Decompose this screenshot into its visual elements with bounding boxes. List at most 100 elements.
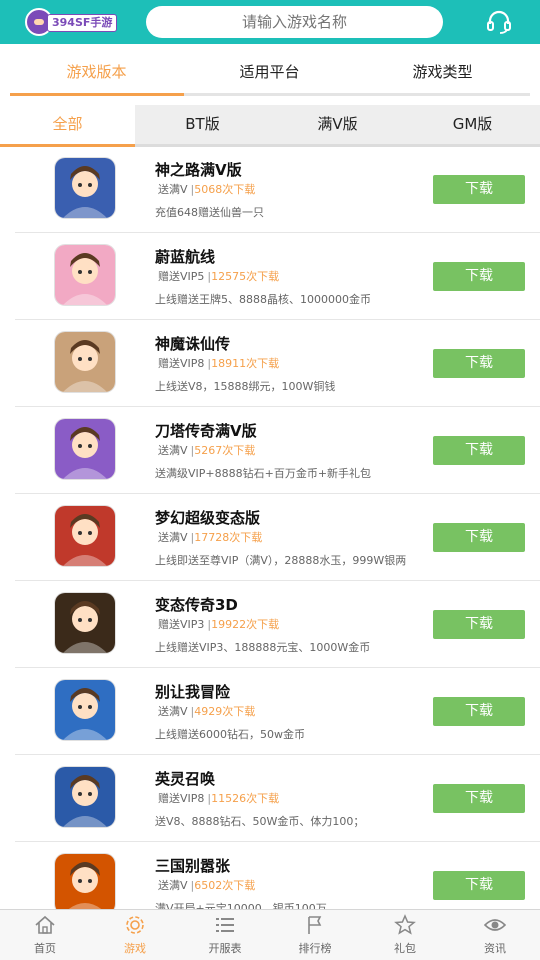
bonus-tag: 赠送VIP3 bbox=[158, 618, 205, 631]
game-icon[interactable] bbox=[55, 506, 115, 566]
download-count: 5068次下载 bbox=[194, 183, 256, 196]
game-description: 满V开局+元宝10000，银币100万 bbox=[155, 902, 327, 909]
nav-label: 游戏 bbox=[124, 942, 146, 955]
game-description: 送满级VIP+8888钻石+百万金币+新手礼包 bbox=[155, 467, 372, 480]
game-row[interactable]: 变态传奇3D 赠送VIP3 |19922次下载上线赠送VIP3、188888元宝、1… bbox=[15, 581, 540, 668]
download-button[interactable]: 下载 bbox=[433, 175, 525, 204]
nav-ranking[interactable]: 排行榜 bbox=[270, 910, 360, 960]
bottom-nav: 首页 游戏 开服表 排行榜 礼包 资讯 bbox=[0, 909, 540, 960]
game-icon[interactable] bbox=[55, 854, 115, 909]
game-name[interactable]: 三国别嚣张 bbox=[155, 855, 230, 876]
tab-bt[interactable]: BT版 bbox=[135, 105, 270, 144]
version-tabs: 全部 BT版 满V版 GM版 bbox=[0, 105, 540, 147]
headset-icon[interactable] bbox=[486, 9, 512, 35]
active-tab-indicator bbox=[10, 93, 184, 96]
game-row[interactable]: 刀塔传奇满V版 送满V |5267次下载送满级VIP+8888钻石+百万金币+新手礼… bbox=[15, 407, 540, 494]
game-row[interactable]: 别让我冒险 送满V |4929次下载上线赠送6000钻石，50w金币 下载 bbox=[15, 668, 540, 755]
download-button[interactable]: 下载 bbox=[433, 523, 525, 552]
bonus-tag: 送满V bbox=[158, 183, 188, 196]
download-button[interactable]: 下载 bbox=[433, 871, 525, 900]
nav-news[interactable]: 资讯 bbox=[450, 910, 540, 960]
game-meta: 送满V |17728次下载 bbox=[155, 529, 262, 545]
download-button[interactable]: 下载 bbox=[433, 436, 525, 465]
bonus-tag: 送满V bbox=[158, 879, 188, 892]
download-count: 6502次下载 bbox=[194, 879, 256, 892]
game-name[interactable]: 变态传奇3D bbox=[155, 594, 238, 615]
nav-home[interactable]: 首页 bbox=[0, 910, 90, 960]
download-count: 18911次下载 bbox=[211, 357, 280, 370]
ranking-flag-icon bbox=[308, 916, 322, 934]
top-bar: 394SF手游 bbox=[0, 0, 540, 44]
tab-full-v[interactable]: 满V版 bbox=[270, 105, 405, 144]
download-count: 12575次下载 bbox=[211, 270, 280, 283]
game-meta: 送满V |6502次下载 bbox=[155, 877, 255, 893]
bonus-tag: 送满V bbox=[158, 531, 188, 544]
nav-label: 礼包 bbox=[394, 942, 416, 955]
game-meta: 赠送VIP8 |11526次下载 bbox=[155, 790, 279, 806]
game-meta: 赠送VIP8 |18911次下载 bbox=[155, 355, 279, 371]
game-name[interactable]: 别让我冒险 bbox=[155, 681, 230, 702]
game-meta: 送满V |4929次下载 bbox=[155, 703, 255, 719]
game-icon[interactable] bbox=[55, 767, 115, 827]
download-button[interactable]: 下载 bbox=[433, 784, 525, 813]
game-name[interactable]: 蔚蓝航线 bbox=[155, 246, 215, 267]
game-name[interactable]: 神之路满V版 bbox=[155, 159, 242, 180]
game-list[interactable]: 神之路满V版 送满V |5068次下载 充值648赠送仙兽一只 下载 蔚蓝航线 赠送VIP5… bbox=[0, 146, 540, 909]
game-gear-icon bbox=[126, 916, 144, 934]
filter-tabs: 游戏版本 适用平台 游戏类型 bbox=[10, 50, 530, 96]
game-row[interactable]: 神魔诛仙传 赠送VIP8 |18911次下载上线送V8，15888绑元，100W铜钱… bbox=[15, 320, 540, 407]
tab-gm[interactable]: GM版 bbox=[405, 105, 540, 144]
nav-label: 资讯 bbox=[484, 942, 506, 955]
download-count: 11526次下载 bbox=[211, 792, 280, 805]
game-name[interactable]: 刀塔传奇满V版 bbox=[155, 420, 257, 441]
tab-game-type[interactable]: 游戏类型 bbox=[356, 50, 529, 93]
game-description: 送V8、8888钻石、50W金币、体力100； bbox=[155, 815, 365, 828]
game-description: 上线赠送VIP3、188888元宝、1000W金币 bbox=[155, 641, 371, 654]
game-description: 上线赠送6000钻石，50w金币 bbox=[155, 728, 305, 741]
game-meta: 送满V |5068次下载 bbox=[155, 181, 255, 197]
tab-game-version[interactable]: 游戏版本 bbox=[10, 50, 183, 93]
game-icon[interactable] bbox=[55, 245, 115, 305]
game-description: 上线赠送王牌5、8888晶核、1000000金币 bbox=[155, 293, 371, 306]
game-row[interactable]: 梦幻超级变态版 送满V |17728次下载上线即送至尊VIP（满V），28888水玉… bbox=[15, 494, 540, 581]
game-name[interactable]: 英灵召唤 bbox=[155, 768, 215, 789]
nav-server-list[interactable]: 开服表 bbox=[180, 910, 270, 960]
nav-games[interactable]: 游戏 bbox=[90, 910, 180, 960]
game-icon[interactable] bbox=[55, 593, 115, 653]
home-icon bbox=[35, 915, 55, 934]
gift-star-icon bbox=[394, 914, 416, 935]
game-description: 上线即送至尊VIP（满V），28888水玉，999W银两 bbox=[155, 554, 407, 567]
download-button[interactable]: 下载 bbox=[433, 349, 525, 378]
game-icon[interactable] bbox=[55, 419, 115, 479]
download-count: 4929次下载 bbox=[194, 705, 256, 718]
server-list-icon bbox=[216, 918, 234, 932]
download-button[interactable]: 下载 bbox=[433, 697, 525, 726]
game-name[interactable]: 梦幻超级变态版 bbox=[155, 507, 260, 528]
tab-all[interactable]: 全部 bbox=[0, 105, 135, 144]
game-row[interactable]: 神之路满V版 送满V |5068次下载 充值648赠送仙兽一只 下载 bbox=[15, 146, 540, 233]
logo-text: 394SF手游 bbox=[47, 14, 118, 32]
game-row[interactable]: 三国别嚣张 送满V |6502次下载满V开局+元宝10000，银币100万 下载 bbox=[15, 842, 540, 909]
bonus-tag: 送满V bbox=[158, 444, 188, 457]
app-logo[interactable]: 394SF手游 bbox=[25, 8, 118, 36]
game-description: 上线送V8，15888绑元，100W铜钱 bbox=[155, 380, 336, 393]
download-button[interactable]: 下载 bbox=[433, 262, 525, 291]
nav-gift[interactable]: 礼包 bbox=[360, 910, 450, 960]
search-input[interactable] bbox=[146, 6, 443, 38]
download-button[interactable]: 下载 bbox=[433, 610, 525, 639]
nav-label: 首页 bbox=[34, 942, 56, 955]
game-icon[interactable] bbox=[55, 680, 115, 740]
bonus-tag: 送满V bbox=[158, 705, 188, 718]
game-row[interactable]: 英灵召唤 赠送VIP8 |11526次下载送V8、8888钻石、50W金币、体力10… bbox=[15, 755, 540, 842]
download-count: 17728次下载 bbox=[194, 531, 263, 544]
game-meta: 赠送VIP3 |19922次下载 bbox=[155, 616, 279, 632]
game-meta: 送满V |5267次下载 bbox=[155, 442, 255, 458]
bonus-tag: 赠送VIP5 bbox=[158, 270, 205, 283]
game-name[interactable]: 神魔诛仙传 bbox=[155, 333, 230, 354]
game-row[interactable]: 蔚蓝航线 赠送VIP5 |12575次下载上线赠送王牌5、8888晶核、100000… bbox=[15, 233, 540, 320]
game-icon[interactable] bbox=[55, 332, 115, 392]
game-meta: 赠送VIP5 |12575次下载 bbox=[155, 268, 279, 284]
news-eye-icon bbox=[484, 919, 506, 931]
game-icon[interactable] bbox=[55, 158, 115, 218]
tab-platform[interactable]: 适用平台 bbox=[183, 50, 356, 93]
